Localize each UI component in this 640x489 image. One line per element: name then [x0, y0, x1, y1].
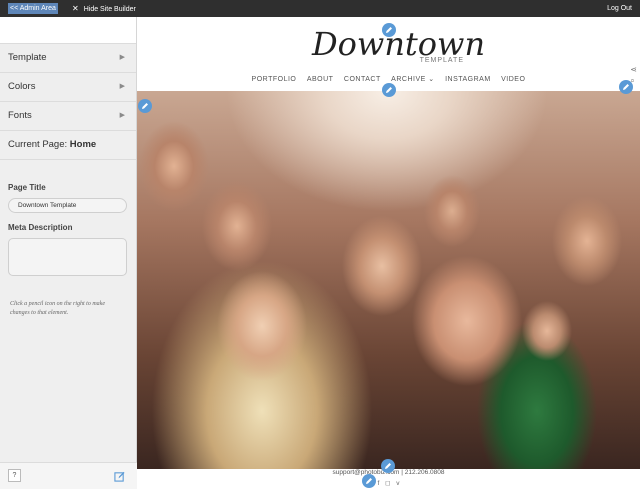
page-title-field[interactable]: Downtown Template: [8, 198, 127, 213]
nav-contact[interactable]: CONTACT: [344, 76, 381, 83]
site-builder-app: << Admin Area ✕ Hide Site Builder Log Out…: [0, 0, 640, 489]
pencil-edit-footer-icon[interactable]: [381, 459, 395, 473]
sidebar-header: [0, 17, 136, 44]
chevron-right-icon: ▶: [119, 112, 125, 119]
sidebar: Template ▶ Colors ▶ Fonts ▶ Current Page…: [0, 17, 137, 489]
logout-link[interactable]: Log Out: [607, 4, 632, 13]
nav-portfolio[interactable]: PORTFOLIO: [252, 76, 297, 83]
pencil-edit-logo-icon[interactable]: [382, 23, 396, 37]
site-nav: PORTFOLIO ABOUT CONTACT ARCHIVE ⌄ INSTAG…: [137, 75, 640, 83]
close-icon: ✕: [72, 4, 79, 13]
sidebar-item-label: Template: [8, 52, 47, 63]
social-links: f ◻ v: [137, 479, 640, 487]
facebook-icon[interactable]: f: [377, 480, 379, 487]
hide-site-builder-button[interactable]: ✕ Hide Site Builder: [72, 4, 136, 14]
nav-archive-label: ARCHIVE: [391, 76, 426, 83]
nav-video[interactable]: VIDEO: [501, 76, 525, 83]
meta-description-field[interactable]: [8, 238, 127, 276]
hide-site-builder-label: Hide Site Builder: [83, 6, 136, 13]
logo-subtext: TEMPLATE: [419, 57, 464, 64]
help-button[interactable]: ?: [8, 469, 21, 482]
current-page-prefix: Current Page:: [8, 139, 68, 150]
sidebar-footer: ?: [0, 462, 137, 489]
page-title-label: Page Title: [8, 183, 46, 192]
sidebar-item-template[interactable]: Template ▶: [0, 44, 136, 73]
vimeo-icon[interactable]: v: [396, 480, 399, 487]
pencil-edit-hero-right-icon[interactable]: [619, 80, 633, 94]
top-bar: << Admin Area ✕ Hide Site Builder Log Out: [0, 0, 640, 17]
edit-icon[interactable]: [114, 471, 125, 482]
chevron-down-icon: ⌄: [428, 76, 435, 83]
nav-instagram[interactable]: INSTAGRAM: [445, 76, 491, 83]
sidebar-item-label: Fonts: [8, 110, 32, 121]
instagram-icon[interactable]: ◻: [385, 480, 390, 487]
chevron-right-icon: ▶: [119, 83, 125, 90]
nav-archive[interactable]: ARCHIVE ⌄: [391, 76, 434, 83]
sidebar-item-label: Colors: [8, 81, 36, 92]
pencil-edit-social-icon[interactable]: [362, 474, 376, 488]
meta-description-label: Meta Description: [8, 223, 73, 232]
sidebar-item-fonts[interactable]: Fonts ▶: [0, 102, 136, 131]
chevron-right-icon: ▶: [119, 54, 125, 61]
pencil-hint: Click a pencil icon on the right to make…: [10, 301, 105, 316]
hero-image: [137, 91, 640, 469]
admin-area-link[interactable]: << Admin Area: [8, 3, 58, 14]
pencil-edit-hero-left-icon[interactable]: [138, 99, 152, 113]
sidebar-item-colors[interactable]: Colors ▶: [0, 73, 136, 102]
current-page-name: Home: [69, 139, 97, 150]
nav-about[interactable]: ABOUT: [307, 76, 334, 83]
share-icon[interactable]: ⋖: [630, 64, 637, 75]
current-page-heading: Current Page: Home: [0, 131, 136, 160]
pencil-edit-nav-icon[interactable]: [382, 83, 396, 97]
